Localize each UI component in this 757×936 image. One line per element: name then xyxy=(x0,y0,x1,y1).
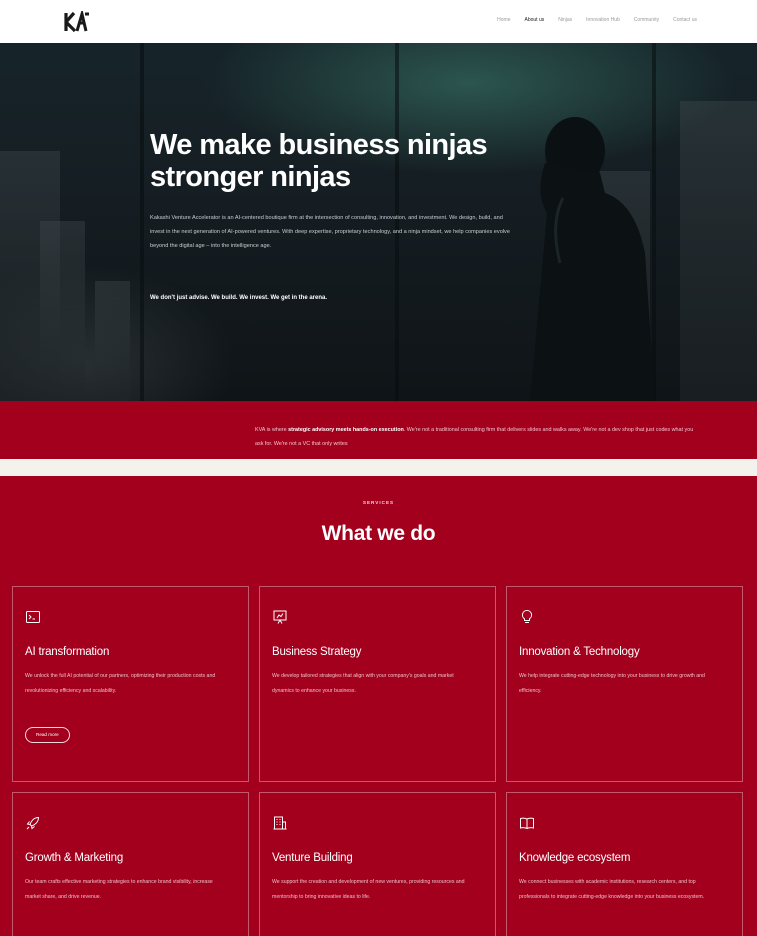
read-more-button[interactable]: Read more xyxy=(25,727,70,743)
service-card-growth-marketing[interactable]: Growth & Marketing Our team crafts effec… xyxy=(12,792,249,936)
section-divider xyxy=(0,459,757,476)
services-title: What we do xyxy=(321,522,436,545)
nav-item-about-us[interactable]: About us xyxy=(525,17,545,23)
nav-item-innovation-hub[interactable]: Innovation Hub xyxy=(586,17,620,23)
service-card-description: We connect businesses with academic inst… xyxy=(519,879,705,900)
hero-title-line-1: We make business ninjas xyxy=(150,129,488,161)
presentation-chart-icon xyxy=(273,610,287,624)
hero-background-building xyxy=(95,281,130,401)
intro-strip: KVA is where strategic advisory meets ha… xyxy=(0,401,757,459)
hero-tagline: We don't just advise. We build. We inves… xyxy=(150,295,328,301)
service-card-title: Venture Building xyxy=(272,852,353,864)
nav-item-contact-us[interactable]: Contact us xyxy=(673,17,697,23)
service-card-description: We help integrate cutting-edge technolog… xyxy=(519,673,705,694)
service-card-ai-transformation[interactable]: AI transformation We unlock the full AI … xyxy=(12,586,249,782)
nav-item-community[interactable]: Community xyxy=(634,17,659,23)
lightbulb-icon xyxy=(521,609,533,623)
building-icon xyxy=(273,816,287,830)
service-card-description: Our team crafts effective marketing stra… xyxy=(25,879,213,900)
service-card-title: AI transformation xyxy=(25,646,110,658)
hero-title: We make business ninjas stronger ninjas xyxy=(150,129,590,193)
intro-highlight: strategic advisory meets hands-on execut… xyxy=(288,427,404,433)
service-card-business-strategy[interactable]: Business Strategy We develop tailored st… xyxy=(259,586,496,782)
services-section: SERVICES What we do AI transformation We… xyxy=(0,476,757,936)
hero-title-line-2: stronger ninjas xyxy=(150,161,351,193)
intro-lead: KVA is where xyxy=(255,427,289,433)
service-card-knowledge-ecosystem[interactable]: Knowledge ecosystem We connect businesse… xyxy=(506,792,743,936)
service-card-title: Business Strategy xyxy=(272,646,362,658)
hero-description: Kakashi Venture Accelerator is an AI-cen… xyxy=(150,215,510,249)
hero-section: We make business ninjas stronger ninjas … xyxy=(0,43,757,401)
intro-text: KVA is where strategic advisory meets ha… xyxy=(255,423,695,451)
nav-item-ninjas[interactable]: Ninjas xyxy=(558,17,572,23)
service-card-title: Knowledge ecosystem xyxy=(519,852,631,864)
service-card-description: We unlock the full AI potential of our p… xyxy=(25,673,216,694)
terminal-icon xyxy=(26,611,40,623)
service-card-title: Growth & Marketing xyxy=(25,852,124,864)
services-eyebrow: SERVICES xyxy=(362,500,395,505)
window-frame xyxy=(140,43,144,401)
nav-menu: Home About us Ninjas Innovation Hub Comm… xyxy=(497,17,697,23)
rocket-icon xyxy=(26,816,40,830)
top-navigation: Home About us Ninjas Innovation Hub Comm… xyxy=(0,0,757,43)
service-card-venture-building[interactable]: Venture Building We support the creation… xyxy=(259,792,496,936)
service-card-description: We develop tailored strategies that alig… xyxy=(272,673,454,694)
kva-logo[interactable] xyxy=(64,11,90,33)
service-card-title: Innovation & Technology xyxy=(519,646,640,658)
service-card-description: We support the creation and development … xyxy=(272,879,465,900)
hero-background-building xyxy=(40,221,85,401)
service-card-innovation-technology[interactable]: Innovation & Technology We help integrat… xyxy=(506,586,743,782)
book-icon xyxy=(520,817,534,830)
nav-item-home[interactable]: Home xyxy=(497,17,510,23)
hero-background-building xyxy=(680,101,757,401)
